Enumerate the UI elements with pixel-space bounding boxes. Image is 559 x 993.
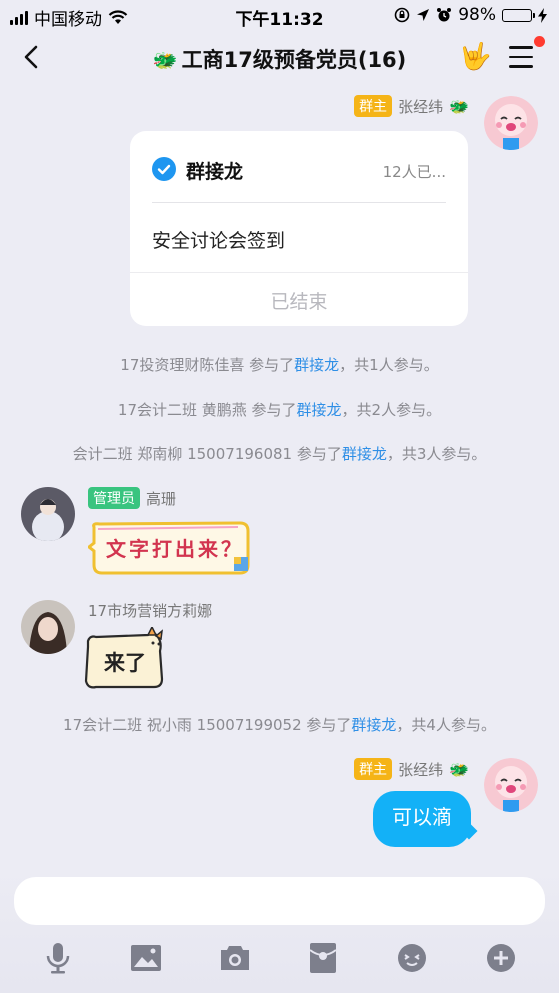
solitaire-link[interactable]: 群接龙 <box>297 401 342 419</box>
card-title: 群接龙 <box>186 161 244 183</box>
outgoing-message-bubble[interactable]: 可以滴 <box>373 791 471 847</box>
input-area <box>0 866 559 993</box>
divider <box>152 202 446 203</box>
solitaire-link[interactable]: 群接龙 <box>294 356 339 374</box>
group-emoji-icon: 🐲 <box>152 48 178 72</box>
group-solitaire-card[interactable]: 群接龙 12人已... 安全讨论会签到 已结束 <box>130 131 468 326</box>
solitaire-link[interactable]: 群接龙 <box>342 445 387 463</box>
sender-row-member: 17市场营销方莉娜 <box>88 600 212 621</box>
card-task: 安全讨论会签到 <box>152 230 286 252</box>
system-message-text: 17会计二班 黄鹏燕 参与了 <box>117 401 297 419</box>
system-message-text: 17会计二班 祝小雨 15007199052 参与了 <box>63 716 352 734</box>
sender-name[interactable]: 张经纬 <box>398 96 443 117</box>
system-message: 会计二班 郑南柳 15007196081 参与了群接龙，共3人参与。 <box>0 443 559 464</box>
system-message-text: ，共3人参与。 <box>386 445 487 463</box>
chat-title-text: 工商17级预备党员(16) <box>181 48 407 72</box>
dragon-emoji-icon: 🐲 <box>449 96 469 116</box>
divider <box>130 272 468 273</box>
dragon-emoji-icon: 🐲 <box>449 759 469 779</box>
camera-icon[interactable] <box>217 940 253 976</box>
input-toolbar <box>0 940 559 980</box>
love-gesture-icon[interactable]: 🤟 <box>459 42 491 72</box>
battery-icon <box>502 8 535 22</box>
menu-icon[interactable] <box>509 46 533 68</box>
system-message: 17会计二班 祝小雨 15007199052 参与了群接龙，共4人参与。 <box>0 714 559 735</box>
sender-row-admin: 管理员 高珊 <box>88 487 176 509</box>
sender-row-owner-2: 群主 张经纬 🐲 <box>354 758 469 780</box>
card-status: 已结束 <box>270 291 328 313</box>
status-right: 98% <box>394 5 547 25</box>
check-badge-icon <box>152 157 176 181</box>
sender-name[interactable]: 17市场营销方莉娜 <box>88 600 212 621</box>
system-message-text: ，共2人参与。 <box>341 401 442 419</box>
sticker-text: 来了 <box>104 651 146 675</box>
sticker-message[interactable]: 来了 <box>82 625 166 693</box>
system-message-text: ，共1人参与。 <box>339 356 439 374</box>
owner-badge: 群主 <box>354 758 393 780</box>
sticker-text: 文字打出来？ <box>106 537 244 561</box>
sender-name[interactable]: 张经纬 <box>398 759 443 780</box>
solitaire-link[interactable]: 群接龙 <box>351 716 396 734</box>
system-message-text: ，共4人参与。 <box>396 716 496 734</box>
owner-badge: 群主 <box>354 95 393 117</box>
sender-row-owner-1: 群主 张经纬 🐲 <box>354 95 469 117</box>
system-message-text: 17投资理财陈佳喜 参与了 <box>120 356 295 374</box>
avatar-member[interactable] <box>21 600 75 654</box>
card-participant-count: 12人已... <box>382 163 446 181</box>
system-message: 17会计二班 黄鹏燕 参与了群接龙，共2人参与。 <box>0 399 559 420</box>
message-input[interactable] <box>14 877 545 925</box>
alarm-icon <box>437 8 452 22</box>
notification-dot <box>534 36 545 47</box>
plus-icon[interactable] <box>483 940 519 976</box>
red-packet-icon[interactable] <box>305 940 341 976</box>
microphone-icon[interactable] <box>40 940 76 976</box>
location-icon <box>417 9 430 21</box>
status-bar: 中国移动 下午11:32 98% <box>0 0 559 30</box>
emoji-icon[interactable] <box>394 940 430 976</box>
battery-percent: 98% <box>458 5 496 25</box>
system-message: 17投资理财陈佳喜 参与了群接龙，共1人参与。 <box>0 354 559 375</box>
system-message-text: 会计二班 郑南柳 15007196081 参与了 <box>72 445 342 463</box>
nav-bar: 🐲 工商17级预备党员(16) 🤟 <box>0 30 559 86</box>
avatar-owner[interactable] <box>484 96 538 150</box>
admin-badge: 管理员 <box>88 487 140 509</box>
avatar-owner[interactable] <box>484 758 538 812</box>
sticker-message[interactable]: 文字打出来？ <box>86 521 252 577</box>
sender-name[interactable]: 高珊 <box>146 488 176 509</box>
rotation-lock-icon <box>394 7 410 23</box>
avatar-admin[interactable] <box>21 487 75 541</box>
charging-icon <box>538 7 547 23</box>
image-icon[interactable] <box>128 940 164 976</box>
